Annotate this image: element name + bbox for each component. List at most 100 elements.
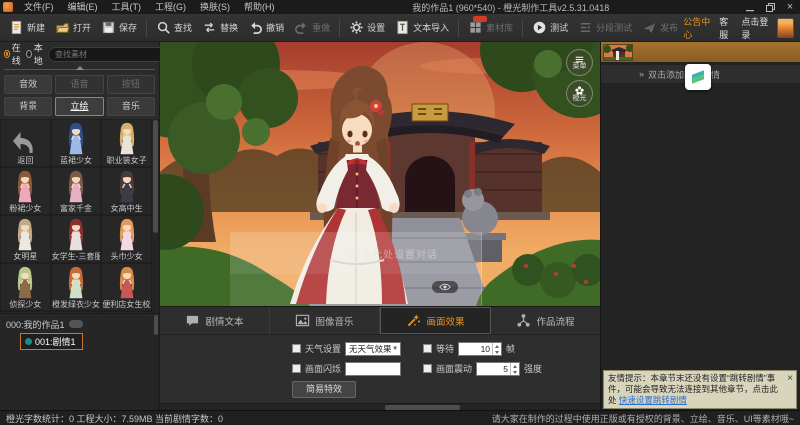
menu-help[interactable]: 帮助(H) xyxy=(237,0,282,14)
menu-project[interactable]: 工程(G) xyxy=(148,0,193,14)
asset-tab-sound-effect[interactable]: 音效 xyxy=(4,75,52,94)
user-avatar[interactable] xyxy=(777,18,794,38)
menu-edit[interactable]: 编辑(E) xyxy=(61,0,105,14)
restore-button[interactable] xyxy=(760,0,780,14)
sprite-item[interactable]: 女学生-三套服.. xyxy=(52,216,101,262)
tree-scrollbar[interactable] xyxy=(153,314,159,410)
rename-icon[interactable] xyxy=(69,320,83,328)
sprite-item[interactable]: 侦探少女 xyxy=(1,264,50,310)
preview-overlay-buttons: 菜单 橙光 xyxy=(566,49,593,107)
sprite-item[interactable]: 女明星 xyxy=(1,216,50,262)
tab-story-text[interactable]: 剧情文本 xyxy=(160,307,270,334)
story-row-selected[interactable] xyxy=(601,42,800,62)
sprite-item[interactable]: 头巾少女 xyxy=(102,216,151,262)
sprite-item[interactable]: 橙发绿衣少女 xyxy=(52,264,101,310)
search-icon xyxy=(156,20,171,35)
wait-checkbox[interactable] xyxy=(423,344,432,353)
notice-popup[interactable]: 友情提示：本章节末还没有设置“跳转剧情”事件，可能会导致无法连接到其他章节，点击… xyxy=(603,370,797,409)
settings-button[interactable]: 设置 xyxy=(344,18,390,37)
sprite-grid-scrollbar[interactable] xyxy=(152,119,159,313)
asset-tab-sprite[interactable]: 立绘 xyxy=(55,97,103,116)
publish-label: 发布 xyxy=(660,21,678,34)
text-import-button[interactable]: 文本导入 xyxy=(390,18,454,37)
flash-checkbox[interactable] xyxy=(292,364,301,373)
statusbar-stats: 橙光字数统计：0 工程大小：7.59MB 当前剧情字数：0 xyxy=(6,412,223,425)
test-button[interactable]: 测试 xyxy=(527,18,573,37)
wait-stepper[interactable] xyxy=(458,342,502,356)
settings-label: 设置 xyxy=(367,21,385,34)
scene-thumbnail xyxy=(603,44,633,61)
toolbar-separator xyxy=(146,19,147,37)
minimize-button[interactable] xyxy=(740,0,760,14)
replace-button[interactable]: 替换 xyxy=(197,18,243,37)
close-button[interactable]: × xyxy=(780,0,800,14)
sprite-label: 职业装女子 xyxy=(107,156,147,166)
sprite-item[interactable]: 粉裙少女 xyxy=(1,168,50,214)
sprite-item[interactable]: 便利店女生校服 xyxy=(102,264,151,310)
find-button[interactable]: 查找 xyxy=(151,18,197,37)
replace-label: 替换 xyxy=(220,21,238,34)
menu-skin[interactable]: 换肤(S) xyxy=(193,0,237,14)
simple-effects-button[interactable]: 简易特效 xyxy=(292,381,356,398)
sprite-label: 女学生-三套服.. xyxy=(52,252,101,262)
shake-checkbox[interactable] xyxy=(423,364,432,373)
game-logo-button[interactable]: 橙光 xyxy=(566,80,593,107)
menu-lines-icon xyxy=(575,56,584,63)
shake-input[interactable] xyxy=(477,363,510,375)
dialog-hint-text: 双击此处设置对话 xyxy=(350,246,438,261)
effects-row-1: 天气设置 无天气效果 ▼ 等待 帧 xyxy=(292,341,600,356)
weather-select[interactable]: 无天气效果 ▼ xyxy=(345,342,401,356)
material-library-button[interactable]: 素材库 xyxy=(463,18,518,37)
radio-online-dot xyxy=(4,50,10,58)
visibility-toggle[interactable] xyxy=(432,281,458,293)
game-preview[interactable]: 菜单 橙光 双击此处设置对话 xyxy=(160,42,600,306)
radio-local[interactable]: 本地 xyxy=(26,41,45,67)
wait-input[interactable] xyxy=(459,343,492,355)
menu-file[interactable]: 文件(F) xyxy=(17,0,61,14)
asset-search-input[interactable] xyxy=(55,50,165,59)
asset-tab-button[interactable]: 按钮 xyxy=(107,75,155,94)
spinner-icon[interactable] xyxy=(510,363,519,375)
floating-app-shortcut[interactable] xyxy=(685,64,711,90)
asset-tab-background[interactable]: 背景 xyxy=(4,97,52,116)
undo-button[interactable]: 撤销 xyxy=(243,18,289,37)
effects-hscrollbar[interactable] xyxy=(160,403,600,410)
new-button[interactable]: 新建 xyxy=(4,18,50,37)
sprite-item[interactable]: 蓝裙少女 xyxy=(52,120,101,166)
shake-stepper[interactable] xyxy=(476,362,520,376)
panel-splitter-handle[interactable] xyxy=(0,66,159,74)
asset-tab-music[interactable]: 音乐 xyxy=(107,97,155,116)
menu-tools[interactable]: 工具(T) xyxy=(105,0,149,14)
game-menu-button[interactable]: 菜单 xyxy=(566,49,593,76)
tab-screen-effects[interactable]: 画面效果 xyxy=(380,307,491,334)
open-button[interactable]: 打开 xyxy=(50,18,96,37)
tab-image-music[interactable]: 图像音乐 xyxy=(270,307,380,334)
spinner-icon[interactable] xyxy=(492,343,501,355)
redo-button[interactable]: 重做 xyxy=(289,18,335,37)
segments-icon xyxy=(578,20,593,35)
radio-online-label: 在线 xyxy=(12,41,23,67)
announcement-center-link[interactable]: 公告中心 xyxy=(683,15,711,41)
flash-input[interactable] xyxy=(345,362,401,376)
customer-service-link[interactable]: 客服 xyxy=(719,15,733,41)
tree-story-item[interactable]: 001:剧情1 xyxy=(20,333,83,350)
asset-source-row: 在线 本地 xyxy=(0,42,159,66)
radio-online[interactable]: 在线 xyxy=(4,41,23,67)
tab-work-flow[interactable]: 作品流程 xyxy=(491,307,600,334)
login-link[interactable]: 点击登录 xyxy=(741,15,769,41)
asset-tab-voice[interactable]: 语音 xyxy=(55,75,103,94)
segment-test-button[interactable]: 分段测试 xyxy=(573,18,637,37)
notice-close-icon[interactable]: × xyxy=(787,375,793,383)
sprite-item[interactable]: 富家千金 xyxy=(52,168,101,214)
sprite-item[interactable]: 女高中生 xyxy=(102,168,151,214)
toolbar-right: 公告中心客服点击登录 xyxy=(683,15,796,41)
weather-checkbox[interactable] xyxy=(292,344,301,353)
back-item[interactable]: 返回 xyxy=(1,120,50,166)
sprite-item[interactable]: 职业装女子 xyxy=(102,120,151,166)
tree-root-item[interactable]: 000:我的作品1 xyxy=(6,317,149,331)
publish-button[interactable]: 发布 xyxy=(637,18,683,37)
text-import-icon xyxy=(395,20,410,35)
save-button[interactable]: 保存 xyxy=(96,18,142,37)
notice-link[interactable]: 快速设置跳转剧情 xyxy=(619,395,687,405)
app-logo-icon xyxy=(3,2,13,12)
